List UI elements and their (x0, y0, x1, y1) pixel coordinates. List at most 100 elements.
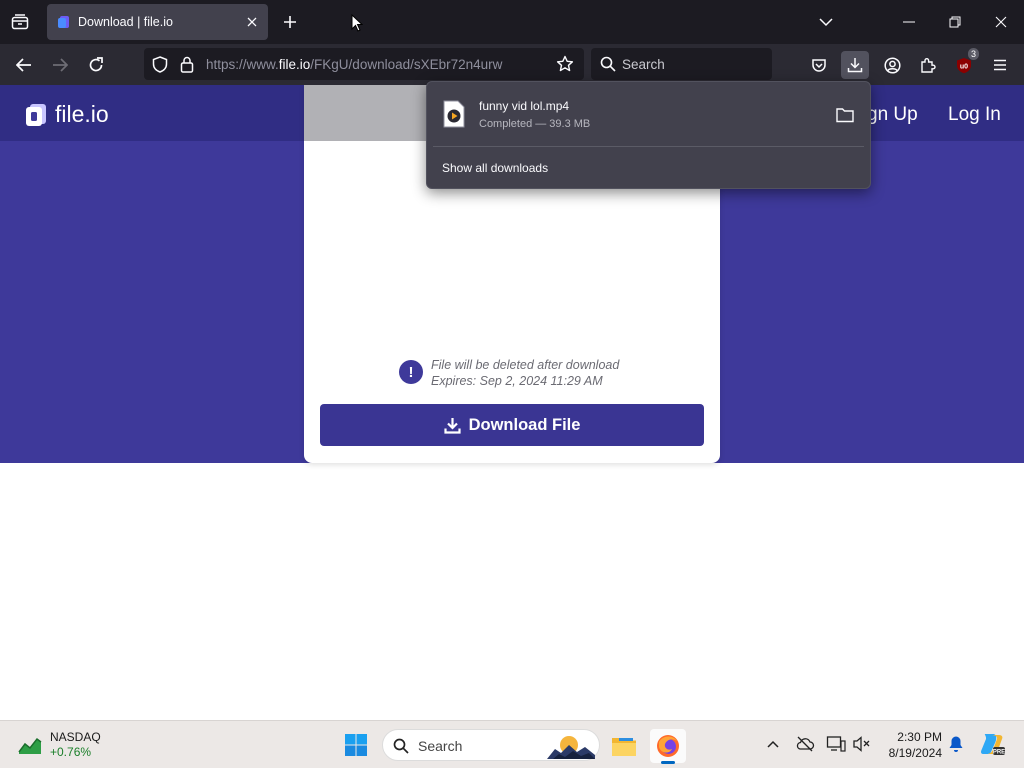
stocks-widget[interactable]: NASDAQ +0.76% (18, 730, 101, 760)
download-icon (847, 58, 863, 73)
new-tab-button[interactable] (278, 10, 302, 34)
windows-taskbar: NASDAQ +0.76% Search 2:30 PM 8/19/2024 P… (0, 720, 1024, 768)
taskbar-search-placeholder: Search (418, 738, 463, 754)
bell-icon (949, 736, 963, 752)
minimize-icon (903, 21, 915, 23)
folder-icon (612, 738, 636, 756)
svg-text:PRE: PRE (993, 750, 1005, 756)
search-highlight-icon (547, 736, 595, 759)
restore-button[interactable] (940, 8, 970, 36)
navigation-toolbar: https://www.file.io/FKgU/download/sXEbr7… (0, 44, 1024, 85)
downloads-button[interactable] (841, 51, 869, 79)
file-io-logo-icon (26, 103, 46, 126)
log-in-link[interactable]: Log In (948, 104, 1001, 126)
notice-deleted-text: File will be deleted after download (431, 358, 620, 372)
notice-text: File will be deleted after download Expi… (431, 357, 619, 389)
star-icon[interactable] (556, 55, 574, 73)
tab-close-button[interactable] (240, 10, 264, 34)
show-hidden-icons-button[interactable] (763, 734, 783, 754)
url-bar[interactable]: https://www.file.io/FKgU/download/sXEbr7… (144, 48, 584, 80)
expiry-notice: ! File will be deleted after download Ex… (399, 357, 619, 389)
copilot-icon: PRE (981, 734, 1005, 756)
notifications-button[interactable] (946, 734, 966, 754)
mouse-cursor-icon (351, 14, 363, 32)
speaker-muted-icon (853, 736, 870, 752)
chevron-down-icon (819, 17, 833, 26)
tab-overview-icon (11, 14, 29, 30)
download-icon (443, 417, 461, 434)
search-icon (600, 56, 616, 72)
windows-logo-icon (345, 734, 367, 756)
search-bar[interactable]: Search (591, 48, 772, 80)
ublock-button[interactable]: u0 3 (950, 48, 979, 79)
plus-icon (284, 16, 296, 28)
tab-bar: Download | file.io (0, 0, 1024, 44)
reload-icon (89, 57, 103, 72)
ublock-count-badge: 3 (967, 48, 979, 60)
close-icon (247, 17, 257, 27)
network-tray-icon[interactable] (826, 734, 846, 754)
url-prefix: https://www. (206, 57, 279, 72)
puzzle-icon (921, 58, 936, 73)
file-io-favicon (58, 16, 69, 28)
onedrive-tray-icon[interactable] (795, 734, 815, 754)
downloads-panel: funny vid lol.mp4 Completed — 39.3 MB Sh… (426, 81, 871, 189)
clock-time: 2:30 PM (897, 730, 942, 744)
firefox-taskbar-button[interactable] (650, 729, 686, 764)
forward-button[interactable] (46, 51, 74, 79)
url-path: /FKgU/download/sXEbr72n4urw (310, 57, 503, 72)
close-window-button[interactable] (986, 8, 1016, 36)
arrow-right-icon (53, 58, 68, 72)
active-app-indicator (661, 761, 675, 764)
volume-tray-icon[interactable] (852, 734, 872, 754)
account-button[interactable] (878, 51, 906, 79)
system-clock[interactable]: 2:30 PM 8/19/2024 (884, 729, 942, 761)
close-icon (995, 16, 1007, 28)
download-status: Completed — 39.3 MB (479, 118, 591, 130)
search-placeholder: Search (622, 57, 665, 72)
display-icon (826, 736, 846, 752)
start-button[interactable] (344, 733, 368, 762)
panel-divider (433, 146, 864, 147)
chevron-up-icon (767, 740, 779, 748)
reload-button[interactable] (82, 51, 110, 79)
tab-file-io[interactable]: Download | file.io (47, 4, 268, 40)
firefox-icon (657, 735, 679, 757)
back-button[interactable] (10, 51, 38, 79)
pocket-icon (812, 58, 826, 72)
file-explorer-button[interactable] (606, 729, 642, 763)
account-icon (883, 56, 901, 74)
widget-name: NASDAQ (50, 730, 101, 744)
hamburger-menu-icon (994, 59, 1006, 71)
extensions-button[interactable] (914, 51, 942, 79)
download-file-name: funny vid lol.mp4 (479, 99, 570, 113)
download-item[interactable]: funny vid lol.mp4 Completed — 39.3 MB (427, 82, 870, 146)
pocket-button[interactable] (805, 51, 833, 79)
download-file-button[interactable]: Download File (320, 404, 704, 446)
arrow-left-icon (16, 58, 31, 72)
folder-icon[interactable] (835, 106, 855, 124)
video-file-icon (443, 100, 465, 128)
app-menu-button[interactable] (986, 51, 1014, 79)
search-icon (393, 738, 409, 754)
taskbar-search[interactable]: Search (382, 729, 600, 761)
notice-expires-text: Expires: Sep 2, 2024 11:29 AM (431, 374, 603, 388)
minimize-button[interactable] (894, 8, 924, 36)
widget-change: +0.76% (50, 745, 92, 759)
url-text[interactable]: https://www.file.io/FKgU/download/sXEbr7… (206, 57, 502, 72)
list-all-tabs-button[interactable] (811, 8, 841, 36)
logo-text: file.io (55, 101, 109, 127)
restore-icon (949, 16, 961, 28)
shield-icon[interactable] (152, 56, 168, 73)
sign-up-link[interactable]: gn Up (867, 104, 918, 126)
tab-overview-button[interactable] (6, 8, 34, 36)
url-host: file.io (278, 57, 311, 72)
download-file-label: Download File (468, 415, 581, 434)
lock-icon[interactable] (180, 56, 194, 73)
exclamation-icon: ! (399, 360, 423, 384)
show-all-downloads-link[interactable]: Show all downloads (442, 161, 548, 175)
site-logo[interactable]: file.io (24, 101, 109, 128)
cloud-off-icon (796, 736, 815, 752)
svg-text:u0: u0 (960, 63, 968, 70)
copilot-button[interactable]: PRE (979, 731, 1005, 757)
